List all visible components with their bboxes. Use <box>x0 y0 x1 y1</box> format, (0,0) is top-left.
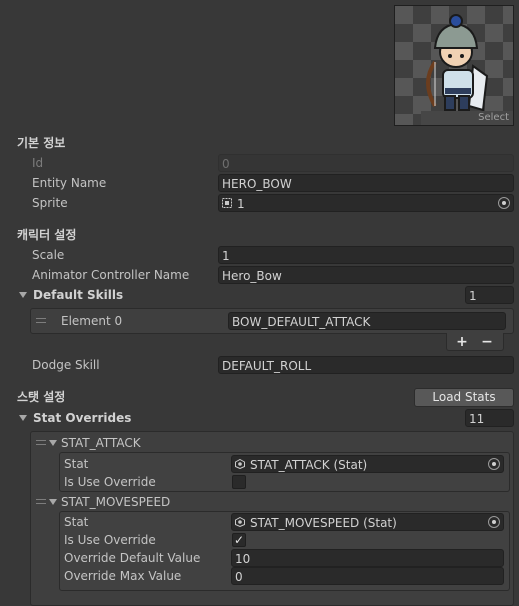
stat-field[interactable]: STAT_MOVESPEED (Stat) <box>231 513 504 531</box>
override-default-value-label: Override Default Value <box>64 551 201 565</box>
sprite-preview: Select <box>394 5 514 126</box>
section-header-stat-settings: 스탯 설정 <box>17 390 66 404</box>
object-picker-icon[interactable] <box>488 516 500 528</box>
object-picker-icon[interactable] <box>498 197 510 209</box>
object-picker-icon[interactable] <box>488 458 500 470</box>
sprite-asset-icon <box>222 198 232 208</box>
default-skills-label[interactable]: Default Skills <box>33 286 123 304</box>
animator-controller-label: Animator Controller Name <box>32 268 190 282</box>
scriptable-object-icon <box>235 517 245 527</box>
section-header-character-settings: 캐릭터 설정 <box>17 228 77 242</box>
animator-controller-field[interactable]: Hero_Bow <box>218 266 514 284</box>
default-skills-foldout-icon[interactable] <box>19 292 27 298</box>
skill-element-field[interactable]: BOW_DEFAULT_ATTACK <box>228 312 506 330</box>
drag-handle-icon[interactable] <box>36 440 46 445</box>
stat-value: STAT_ATTACK (Stat) <box>250 458 368 472</box>
sprite-value: 1 <box>237 197 245 211</box>
stat-value: STAT_MOVESPEED (Stat) <box>250 516 397 530</box>
scale-label: Scale <box>32 248 65 262</box>
drag-handle-icon[interactable] <box>36 499 46 504</box>
override-max-value-label: Override Max Value <box>64 569 182 583</box>
sprite-label: Sprite <box>32 196 68 210</box>
section-header-basic-info: 기본 정보 <box>17 136 66 150</box>
scriptable-object-icon <box>235 459 245 469</box>
id-field: 0 <box>218 154 514 172</box>
entity-name-field[interactable]: HERO_BOW <box>218 174 514 192</box>
stat-entry-title[interactable]: STAT_MOVESPEED <box>61 493 170 511</box>
override-max-value-field[interactable]: 0 <box>231 567 504 585</box>
select-label[interactable]: Select <box>421 111 513 125</box>
entity-name-label: Entity Name <box>32 176 107 190</box>
is-use-override-label: Is Use Override <box>64 533 156 547</box>
dodge-skill-label: Dodge Skill <box>32 358 100 372</box>
stat-entry-foldout-icon[interactable] <box>49 499 57 505</box>
dodge-skill-field[interactable]: DEFAULT_ROLL <box>218 356 514 374</box>
load-stats-button[interactable]: Load Stats <box>414 388 514 407</box>
drag-handle-icon[interactable] <box>36 318 46 323</box>
stat-overrides-size-field[interactable]: 11 <box>465 409 514 427</box>
default-skills-size-field[interactable]: 1 <box>465 286 514 304</box>
stat-label: Stat <box>64 457 89 471</box>
id-label: Id <box>32 156 44 170</box>
hero-bow-sprite <box>395 6 513 125</box>
is-use-override-checkbox[interactable] <box>232 475 246 489</box>
stat-entry-title[interactable]: STAT_ATTACK <box>61 434 141 452</box>
is-use-override-checkbox[interactable]: ✓ <box>232 533 246 547</box>
stat-field[interactable]: STAT_ATTACK (Stat) <box>231 455 504 473</box>
add-element-button[interactable]: + <box>455 333 469 351</box>
stat-overrides-label[interactable]: Stat Overrides <box>33 409 131 427</box>
stat-label: Stat <box>64 515 89 529</box>
stat-entry-foldout-icon[interactable] <box>49 440 57 446</box>
override-default-value-field[interactable]: 10 <box>231 549 504 567</box>
is-use-override-label: Is Use Override <box>64 475 156 489</box>
skill-element-label: Element 0 <box>61 314 123 328</box>
stat-overrides-foldout-icon[interactable] <box>19 415 27 421</box>
scale-field[interactable]: 1 <box>218 246 514 264</box>
sprite-field[interactable]: 1 <box>218 194 514 212</box>
remove-element-button[interactable]: − <box>480 333 494 351</box>
